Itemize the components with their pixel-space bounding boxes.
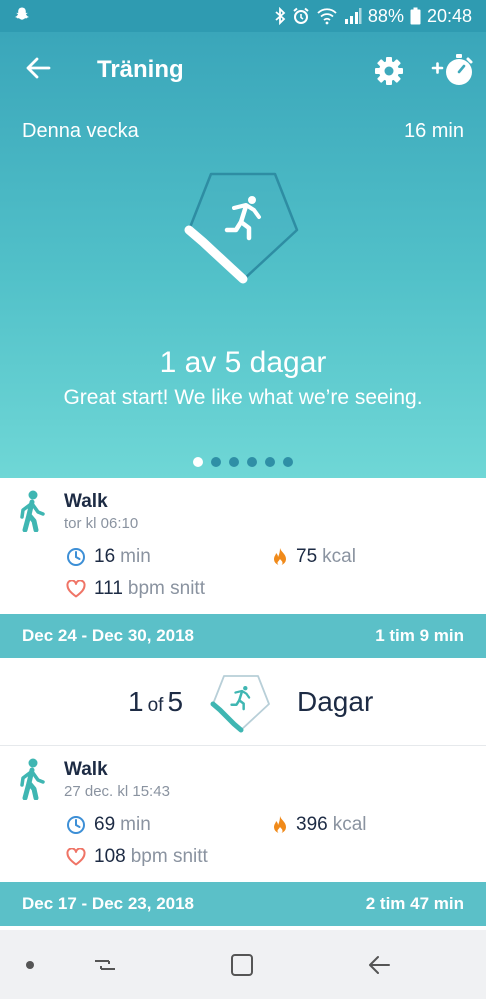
recent-apps-button[interactable]	[92, 952, 118, 983]
duration-unit: min	[120, 546, 151, 567]
calories-stat: 75 kcal	[272, 546, 356, 568]
flame-icon	[272, 815, 288, 835]
heart-rate-stat: 108 bpm snitt	[66, 846, 208, 868]
bluetooth-icon	[274, 7, 286, 25]
page-dot[interactable]	[283, 457, 293, 467]
activity-item[interactable]: Walk 27 dec. kl 15:43 69 min 396 kcal 10…	[0, 746, 486, 882]
back-button[interactable]	[20, 54, 56, 86]
nav-dot-indicator	[26, 961, 34, 969]
week-total: 1 tim 9 min	[375, 626, 464, 645]
battery-icon	[410, 7, 421, 25]
weekly-goal-badge-small	[210, 672, 272, 734]
flame-icon	[272, 547, 288, 567]
gear-icon	[372, 57, 406, 92]
week-total: 2 tim 47 min	[365, 894, 464, 913]
settings-button[interactable]	[372, 54, 406, 88]
heart-rate-stat: 111 bpm snitt	[66, 578, 205, 600]
page-dot[interactable]	[211, 457, 221, 467]
stopwatch-plus-icon	[430, 54, 478, 94]
snapchat-icon	[14, 6, 30, 27]
battery-level: 88%	[367, 5, 404, 26]
page-title: Träning	[97, 56, 184, 83]
app-bar: Träning	[0, 32, 486, 108]
status-bar: 88% 20:48	[0, 0, 486, 32]
activity-name: Walk	[64, 759, 108, 780]
clock-time: 20:48	[426, 5, 472, 26]
activity-time: 27 dec. kl 15:43	[64, 783, 170, 800]
heart-rate-unit: bpm snitt	[130, 846, 208, 867]
heart-icon	[66, 848, 86, 866]
home-button[interactable]	[229, 952, 255, 983]
calories-value: 396	[296, 814, 328, 835]
add-exercise-button[interactable]	[430, 50, 478, 90]
days-label: Dagar	[297, 686, 374, 717]
clock-icon	[66, 815, 86, 835]
system-back-button[interactable]	[366, 952, 392, 983]
walking-icon	[18, 758, 48, 801]
weekly-goal-badge	[183, 168, 303, 288]
duration-stat: 16 min	[66, 546, 151, 568]
week-goal-summary[interactable]: 1 of 5 Dagar	[0, 658, 486, 746]
heart-icon	[66, 580, 86, 598]
duration-value: 16	[94, 546, 116, 567]
days-progress-text: 1 av 5 dagar	[159, 346, 327, 379]
week-range: Dec 17 - Dec 23, 2018	[22, 894, 195, 913]
activity-name: Walk	[64, 491, 108, 512]
duration-value: 69	[94, 814, 116, 835]
week-total-duration: 16 min	[403, 120, 464, 142]
weekly-summary-hero: Träning Denna vecka 16 min 1 av 5 dagar …	[0, 32, 486, 478]
duration-stat: 69 min	[66, 814, 151, 836]
page-indicator[interactable]	[0, 457, 486, 467]
calories-stat: 396 kcal	[272, 814, 367, 836]
activity-item[interactable]: Walk tor kl 06:10 16 min 75 kcal 111 bpm…	[0, 478, 486, 614]
week-label: Denna vecka	[22, 120, 139, 142]
page-dot[interactable]	[193, 457, 203, 467]
page-dot[interactable]	[229, 457, 239, 467]
wifi-icon	[316, 7, 338, 25]
calories-unit: kcal	[332, 814, 367, 835]
heart-rate-value: 108	[94, 846, 126, 867]
calories-value: 75	[296, 546, 318, 567]
week-header: Dec 24 - Dec 30, 2018 1 tim 9 min	[0, 614, 486, 658]
alarm-icon	[292, 7, 310, 25]
week-header: Dec 17 - Dec 23, 2018 2 tim 47 min	[0, 882, 486, 926]
page-dot[interactable]	[265, 457, 275, 467]
duration-unit: min	[120, 814, 151, 835]
days-count: 1 of 5	[128, 686, 184, 717]
week-range: Dec 24 - Dec 30, 2018	[22, 626, 195, 645]
signal-icon	[344, 7, 362, 25]
heart-rate-unit: bpm snitt	[127, 578, 205, 599]
activity-time: tor kl 06:10	[64, 515, 139, 532]
encouragement-text: Great start! We like what we’re seeing.	[63, 386, 423, 409]
system-navigation-bar	[0, 930, 486, 999]
walking-icon	[18, 490, 48, 533]
calories-unit: kcal	[322, 546, 356, 567]
heart-rate-value: 111	[94, 578, 123, 599]
back-arrow-icon	[25, 57, 51, 84]
clock-icon	[66, 547, 86, 567]
page-dot[interactable]	[247, 457, 257, 467]
